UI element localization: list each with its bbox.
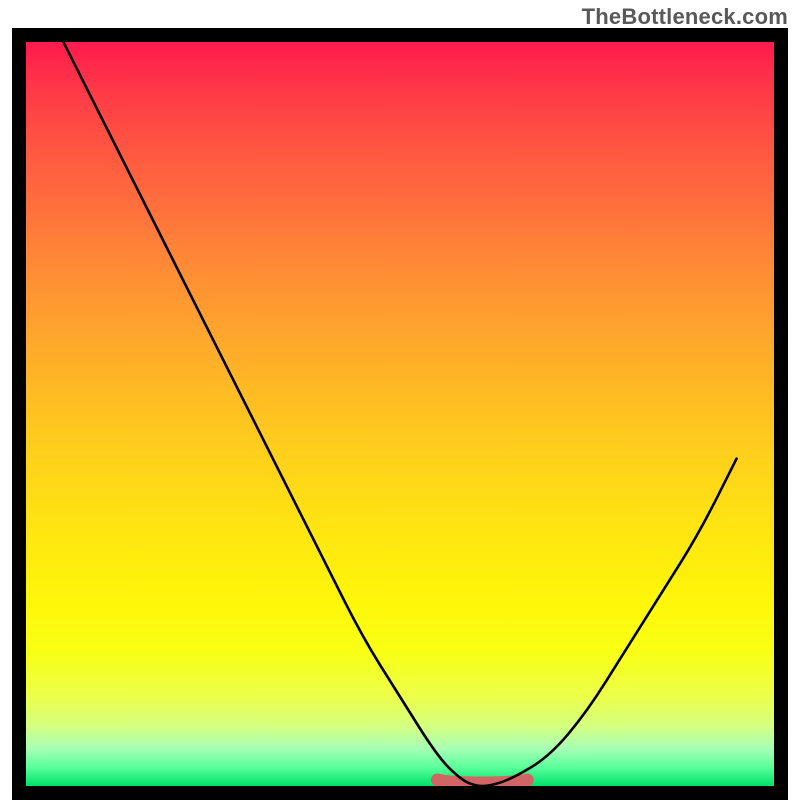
chart-outer-border <box>12 28 788 800</box>
plot-area <box>26 42 774 786</box>
bottleneck-curve <box>26 42 774 786</box>
watermark-text: TheBottleneck.com <box>582 4 788 30</box>
chart-frame: TheBottleneck.com <box>0 0 800 800</box>
curve-path <box>63 42 736 786</box>
optimal-range-band <box>437 780 527 783</box>
